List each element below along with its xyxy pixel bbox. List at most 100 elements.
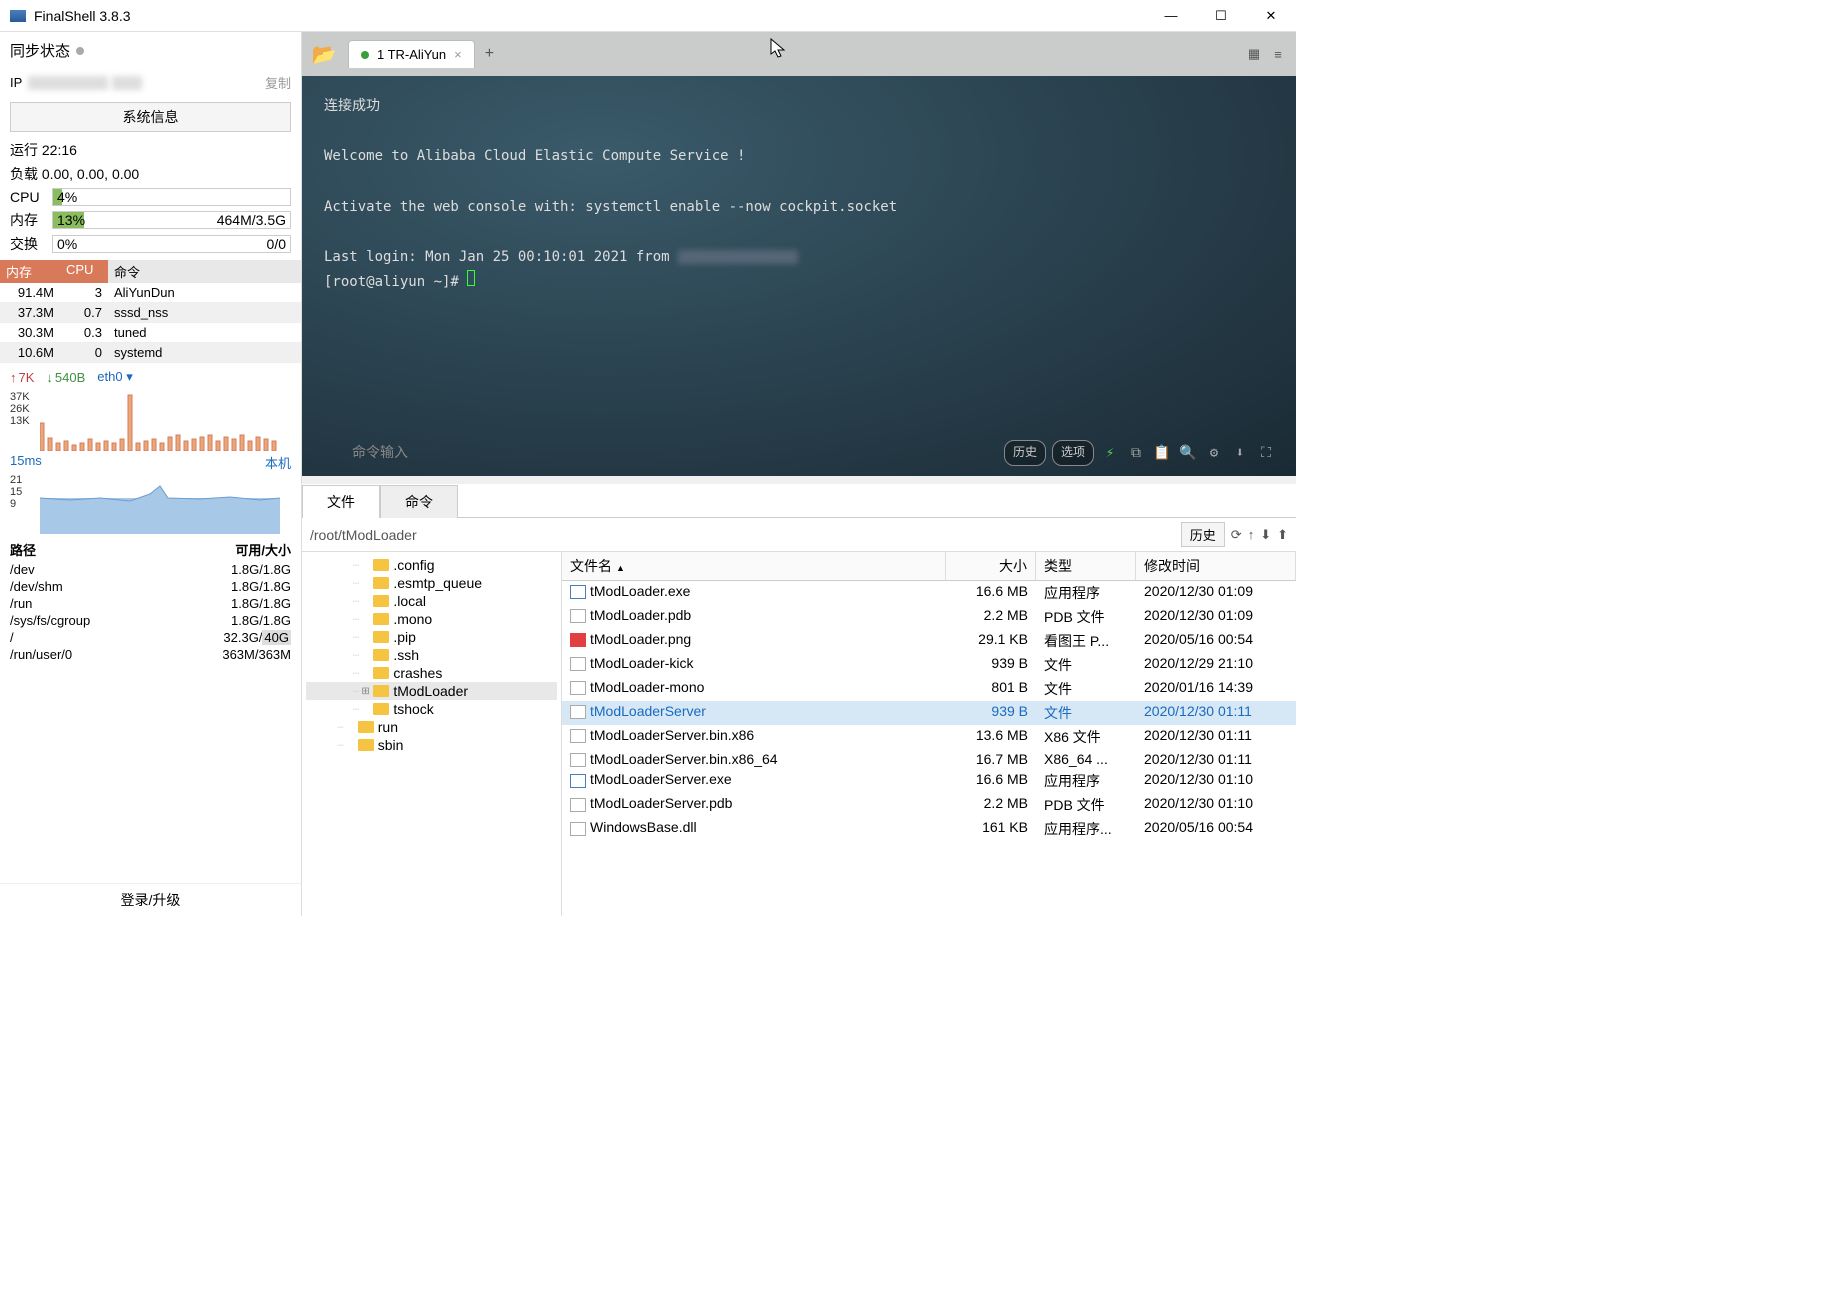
disk-row[interactable]: /run/user/0363M/363M [0, 646, 301, 663]
latency-host-select[interactable]: 本机 [265, 453, 291, 472]
latency-chart: 21159 [0, 474, 301, 534]
process-row[interactable]: 37.3M0.7sssd_nss [0, 303, 301, 323]
minimize-button[interactable]: — [1156, 4, 1186, 28]
swap-meter: 交换 0%0/0 [0, 232, 301, 256]
up-dir-icon[interactable]: ↑ [1248, 527, 1255, 542]
proc-header-mem[interactable]: 内存 [0, 260, 60, 283]
tree-folder-item[interactable]: ┈.local [306, 592, 557, 610]
app-icon [10, 10, 26, 22]
latency-row: 15ms 本机 [0, 451, 301, 474]
paste-icon[interactable]: 📋 [1152, 441, 1172, 466]
ip-label: IP [10, 75, 22, 90]
file-type-icon [570, 609, 586, 623]
file-row[interactable]: tModLoaderServer.bin.x86_6416.7 MBX86_64… [562, 749, 1296, 769]
close-button[interactable]: ✕ [1256, 4, 1286, 28]
current-path[interactable]: /root/tModLoader [310, 527, 1175, 543]
close-tab-button[interactable]: × [454, 47, 462, 62]
file-row[interactable]: tModLoader-mono801 B文件2020/01/16 14:39 [562, 677, 1296, 701]
files-tab[interactable]: 文件 [302, 485, 380, 518]
disk-row[interactable]: /sys/fs/cgroup1.8G/1.8G [0, 612, 301, 629]
refresh-icon[interactable]: ⟳ [1231, 527, 1242, 543]
app-title: FinalShell 3.8.3 [34, 8, 1156, 24]
tree-folder-item[interactable]: ┈run [306, 718, 557, 736]
disk-header-path[interactable]: 路径 [10, 540, 181, 559]
file-row[interactable]: WindowsBase.dll161 KB应用程序...2020/05/16 0… [562, 817, 1296, 841]
tree-folder-item[interactable]: ┈sbin [306, 736, 557, 754]
folder-icon [373, 685, 389, 697]
terminal-prompt: [root@aliyun ~]# [324, 274, 467, 290]
grid-view-icon[interactable]: ▦ [1244, 44, 1264, 64]
window-controls: — ☐ ✕ [1156, 4, 1286, 28]
command-input-bar: 命令输入 历史 选项 ⚡ ⧉ 📋 🔍 ⚙ ⬇ ⛶ [352, 440, 1276, 466]
file-type-icon [570, 657, 586, 671]
system-info-button[interactable]: 系统信息 [10, 102, 291, 132]
vertical-splitter[interactable] [302, 476, 1296, 484]
cpu-meter: CPU 4% [0, 186, 301, 208]
disk-row[interactable]: /32.3G/40G [0, 629, 301, 646]
session-tab[interactable]: 1 TR-AliYun × [348, 40, 475, 68]
process-row[interactable]: 10.6M0systemd [0, 343, 301, 363]
file-row[interactable]: tModLoader.png29.1 KB看图王 P...2020/05/16 … [562, 629, 1296, 653]
network-interface-select[interactable]: eth0 ▾ [97, 369, 132, 385]
tree-folder-item[interactable]: ┈.esmtp_queue [306, 574, 557, 592]
file-row[interactable]: tModLoaderServer.pdb2.2 MBPDB 文件2020/12/… [562, 793, 1296, 817]
list-view-icon[interactable]: ≡ [1268, 44, 1288, 64]
folder-icon [373, 577, 389, 589]
bolt-icon[interactable]: ⚡ [1100, 441, 1120, 466]
file-list[interactable]: 文件名▲ 大小 类型 修改时间 tModLoader.exe16.6 MB应用程… [562, 552, 1296, 916]
file-header-date[interactable]: 修改时间 [1136, 552, 1296, 580]
tree-folder-item[interactable]: ┈.ssh [306, 646, 557, 664]
path-history-button[interactable]: 历史 [1181, 522, 1225, 547]
search-icon[interactable]: 🔍 [1178, 441, 1198, 466]
download-file-icon[interactable]: ⬇ [1260, 527, 1271, 543]
tree-folder-item[interactable]: ┈.config [306, 556, 557, 574]
terminal-line [324, 220, 1274, 245]
fullscreen-icon[interactable]: ⛶ [1256, 441, 1276, 466]
login-upgrade-button[interactable]: 登录/升级 [0, 883, 301, 916]
settings-icon[interactable]: ⚙ [1204, 441, 1224, 466]
process-row[interactable]: 91.4M3AliYunDun [0, 283, 301, 303]
ip-address-blurred [28, 76, 108, 90]
file-row[interactable]: tModLoader-kick939 B文件2020/12/29 21:10 [562, 653, 1296, 677]
process-row[interactable]: 30.3M0.3tuned [0, 323, 301, 343]
file-header-name[interactable]: 文件名▲ [562, 552, 946, 580]
disk-row[interactable]: /dev1.8G/1.8G [0, 561, 301, 578]
maximize-button[interactable]: ☐ [1206, 4, 1236, 28]
add-tab-button[interactable]: + [485, 45, 494, 63]
disk-header-usage[interactable]: 可用/大小 [181, 540, 291, 559]
disk-row[interactable]: /run1.8G/1.8G [0, 595, 301, 612]
file-row[interactable]: tModLoaderServer.exe16.6 MB应用程序2020/12/3… [562, 769, 1296, 793]
open-folder-button[interactable]: 📂 [310, 40, 338, 68]
copy-icon[interactable]: ⧉ [1126, 441, 1146, 466]
disk-row[interactable]: /dev/shm1.8G/1.8G [0, 578, 301, 595]
tree-folder-item[interactable]: ┈crashes [306, 664, 557, 682]
file-header-type[interactable]: 类型 [1036, 552, 1136, 580]
sync-status: 同步状态 [0, 32, 301, 69]
tree-folder-item[interactable]: ┈⊞tModLoader [306, 682, 557, 700]
terminal[interactable]: 连接成功 Welcome to Alibaba Cloud Elastic Co… [302, 76, 1296, 476]
file-area: ┈.config ┈.esmtp_queue ┈.local ┈.mono ┈.… [302, 552, 1296, 916]
left-panel: 同步状态 IP 复制 系统信息 运行 22:16 负载 0.00, 0.00, … [0, 32, 302, 916]
tree-folder-item[interactable]: ┈.pip [306, 628, 557, 646]
tree-folder-item[interactable]: ┈tshock [306, 700, 557, 718]
file-type-icon [570, 585, 586, 599]
proc-header-cpu[interactable]: CPU [60, 260, 108, 283]
commands-tab[interactable]: 命令 [380, 485, 458, 518]
command-input[interactable]: 命令输入 [352, 441, 998, 466]
file-row[interactable]: tModLoader.pdb2.2 MBPDB 文件2020/12/30 01:… [562, 605, 1296, 629]
options-button[interactable]: 选项 [1052, 440, 1094, 466]
tree-folder-item[interactable]: ┈.mono [306, 610, 557, 628]
file-header-size[interactable]: 大小 [946, 552, 1036, 580]
upload-file-icon[interactable]: ⬆ [1277, 527, 1288, 543]
copy-ip-button[interactable]: 复制 [265, 73, 291, 92]
folder-tree[interactable]: ┈.config ┈.esmtp_queue ┈.local ┈.mono ┈.… [302, 552, 562, 916]
file-row[interactable]: tModLoaderServer.bin.x8613.6 MBX86 文件202… [562, 725, 1296, 749]
terminal-line: 连接成功 [324, 94, 1274, 119]
folder-icon [373, 667, 389, 679]
file-type-icon [570, 633, 586, 647]
history-button[interactable]: 历史 [1004, 440, 1046, 466]
download-icon[interactable]: ⬇ [1230, 441, 1250, 466]
file-row[interactable]: tModLoader.exe16.6 MB应用程序2020/12/30 01:0… [562, 581, 1296, 605]
proc-header-cmd[interactable]: 命令 [108, 260, 301, 283]
file-row[interactable]: tModLoaderServer939 B文件2020/12/30 01:11 [562, 701, 1296, 725]
